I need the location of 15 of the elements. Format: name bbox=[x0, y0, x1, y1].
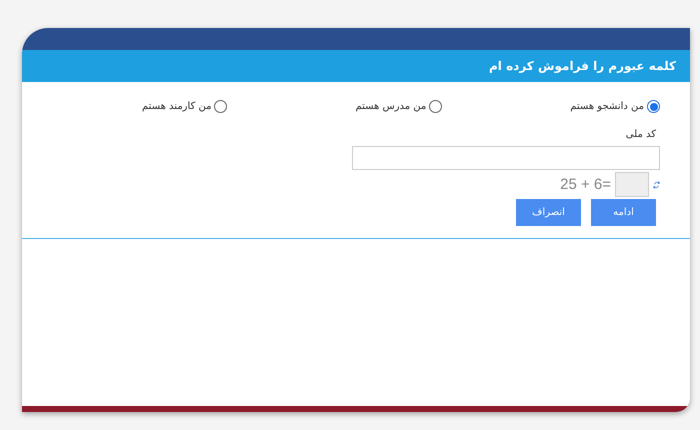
form-title: کلمه عبورم را فراموش کرده ام bbox=[489, 59, 676, 73]
refresh-icon[interactable] bbox=[653, 178, 660, 190]
role-radio[interactable]: من کارمند هستم bbox=[142, 100, 228, 113]
captcha-text: 25 + 6= bbox=[560, 176, 611, 193]
role-label: من مدرس هستم bbox=[355, 101, 426, 112]
radio-button[interactable] bbox=[214, 100, 228, 113]
role-radio[interactable]: من دانشجو هستم bbox=[570, 100, 660, 113]
national-code-field[interactable] bbox=[352, 146, 660, 170]
role-label: من دانشجو هستم bbox=[570, 101, 644, 112]
captcha-field[interactable] bbox=[615, 172, 649, 197]
field-label: کد ملی bbox=[626, 129, 657, 140]
radio-button[interactable] bbox=[647, 100, 660, 113]
role-label: من کارمند هستم bbox=[142, 101, 212, 112]
radio-button[interactable] bbox=[429, 100, 442, 113]
role-radio[interactable]: من مدرس هستم bbox=[355, 100, 442, 113]
